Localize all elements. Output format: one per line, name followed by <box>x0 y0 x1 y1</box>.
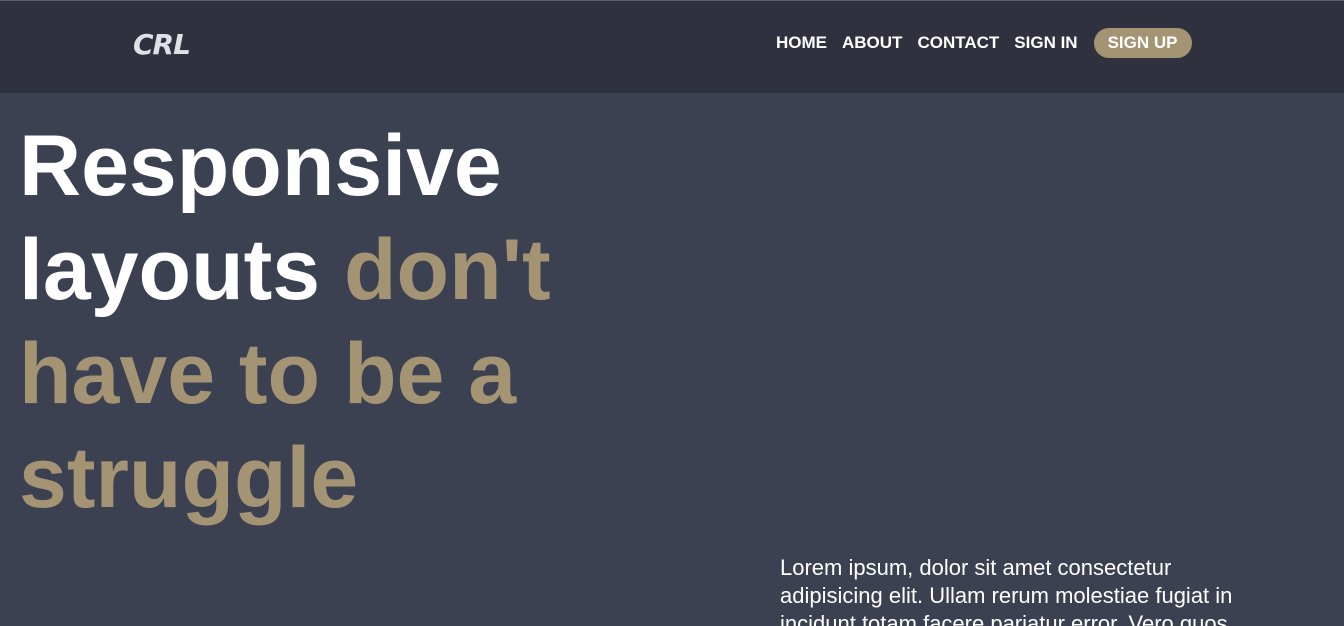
main-nav: HOME ABOUT CONTACT SIGN IN SIGN UP <box>776 28 1192 58</box>
landing-page: CRL HOME ABOUT CONTACT SIGN IN SIGN UP R… <box>0 0 1344 626</box>
nav-home-link[interactable]: HOME <box>776 28 827 58</box>
site-header: CRL HOME ABOUT CONTACT SIGN IN SIGN UP <box>0 0 1344 93</box>
nav-sign-in-link[interactable]: SIGN IN <box>1014 28 1077 58</box>
nav-contact-link[interactable]: CONTACT <box>917 28 999 58</box>
nav-about-link[interactable]: ABOUT <box>842 28 902 58</box>
intro-paragraph: Lorem ipsum, dolor sit amet consectetur … <box>780 555 1233 626</box>
site-logo[interactable]: CRL <box>133 29 191 61</box>
hero-title: Responsive layouts don't have to be a st… <box>19 114 639 530</box>
sign-up-button[interactable]: SIGN UP <box>1093 28 1192 58</box>
